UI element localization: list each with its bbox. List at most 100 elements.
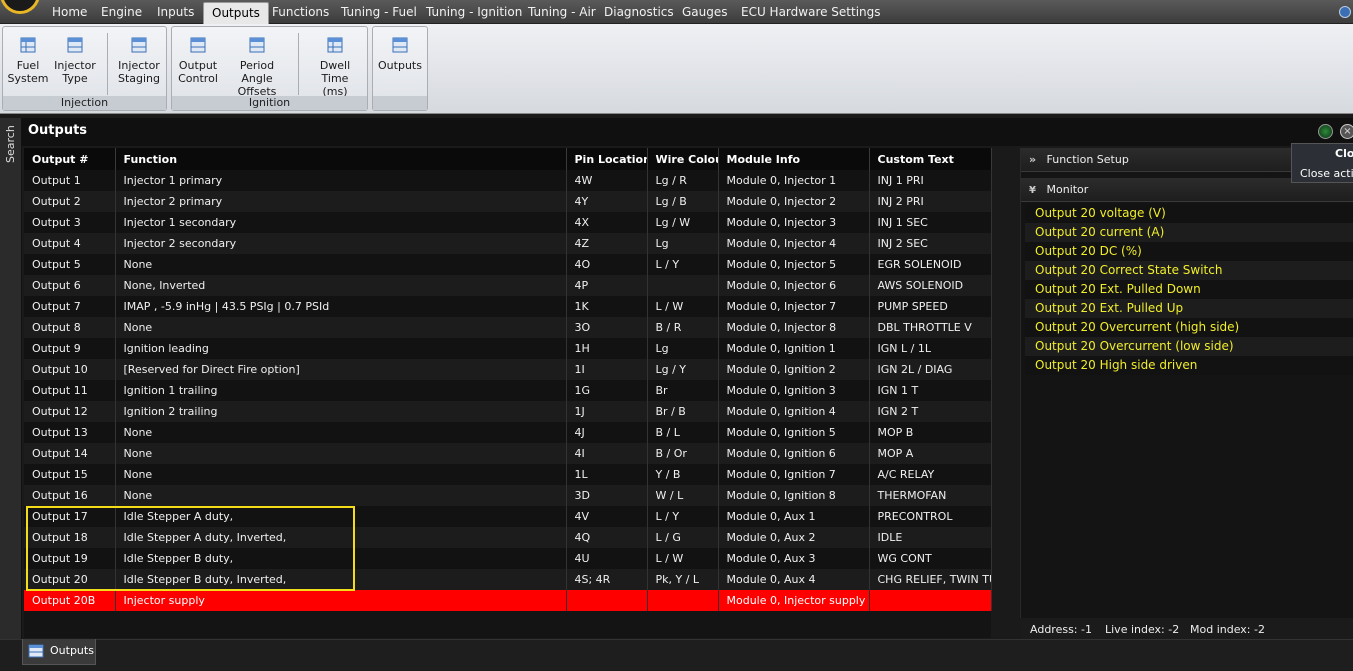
function-cell[interactable]: Idle Stepper A duty,: [115, 506, 567, 527]
custom-text-cell[interactable]: IGN L / 1L: [869, 338, 992, 359]
menu-functions[interactable]: Functions: [264, 0, 337, 24]
status-icon[interactable]: [1318, 124, 1333, 139]
wire-colour-cell[interactable]: Pk, Y / L: [647, 569, 719, 590]
output-cell[interactable]: Output 17: [24, 506, 116, 527]
pin-location-cell[interactable]: 4S; 4R: [566, 569, 648, 590]
table-row[interactable]: Output 1 Injector 1 primary 4W Lg / R Module…: [24, 170, 992, 191]
menu-inputs[interactable]: Inputs: [149, 0, 202, 24]
wire-colour-cell[interactable]: L / W: [647, 296, 719, 317]
custom-text-cell[interactable]: IGN 2 T: [869, 401, 992, 422]
output-cell[interactable]: Output 4: [24, 233, 116, 254]
table-row[interactable]: Output 11 Ignition 1 trailing 1G Br Module 0…: [24, 380, 992, 401]
pin-location-cell[interactable]: 4U: [566, 548, 648, 569]
table-row[interactable]: Output 4 Injector 2 secondary 4Z Lg Module 0…: [24, 233, 992, 254]
custom-text-cell[interactable]: WG CONT: [869, 548, 992, 569]
menu-diagnostics[interactable]: Diagnostics: [596, 0, 682, 24]
wire-colour-cell[interactable]: Lg / R: [647, 170, 719, 191]
custom-text-cell[interactable]: MOP B: [869, 422, 992, 443]
output-cell[interactable]: Output 14: [24, 443, 116, 464]
table-row[interactable]: Output 20B Injector supply Module 0, Injec…: [24, 590, 992, 611]
custom-text-cell[interactable]: AWS SOLENOID: [869, 275, 992, 296]
wire-colour-cell[interactable]: L / Y: [647, 254, 719, 275]
monitor-item[interactable]: Output 20 voltage (V): [1025, 204, 1353, 223]
function-cell[interactable]: None: [115, 254, 567, 275]
custom-text-cell[interactable]: MOP A: [869, 443, 992, 464]
module-info-cell[interactable]: Module 0, Injector 8: [718, 317, 870, 338]
function-cell[interactable]: Injector 1 primary: [115, 170, 567, 191]
module-info-cell[interactable]: Module 0, Injector supply: [718, 590, 870, 611]
pin-location-cell[interactable]: 1H: [566, 338, 648, 359]
pin-location-cell[interactable]: 4V: [566, 506, 648, 527]
custom-text-cell[interactable]: IDLE: [869, 527, 992, 548]
table-row[interactable]: Output 5 None 4O L / Y Module 0, Injector 5E…: [24, 254, 992, 275]
custom-text-cell[interactable]: PUMP SPEED: [869, 296, 992, 317]
fuel-system-button[interactable]: Fuel System: [7, 37, 49, 85]
table-row[interactable]: Output 14 None 4I B / Or Module 0, Ignition …: [24, 443, 992, 464]
pin-location-cell[interactable]: 3D: [566, 485, 648, 506]
monitor-item[interactable]: Output 20 Overcurrent (high side): [1025, 318, 1353, 337]
wire-colour-cell[interactable]: B / Or: [647, 443, 719, 464]
output-cell[interactable]: Output 2: [24, 191, 116, 212]
wire-colour-cell[interactable]: [647, 590, 719, 611]
pin-location-cell[interactable]: 1K: [566, 296, 648, 317]
table-row[interactable]: Output 7 IMAP , -5.9 inHg | 43.5 PSIg | 0…: [24, 296, 992, 317]
pin-location-cell[interactable]: 1G: [566, 380, 648, 401]
module-info-cell[interactable]: Module 0, Ignition 2: [718, 359, 870, 380]
output-cell[interactable]: Output 1: [24, 170, 116, 191]
function-cell[interactable]: IMAP , -5.9 inHg | 43.5 PSIg | 0.7 PSId: [115, 296, 567, 317]
injector-type-button[interactable]: Injector Type: [52, 37, 98, 85]
column-header-output[interactable]: Output #: [24, 148, 116, 170]
pin-location-cell[interactable]: 4W: [566, 170, 648, 191]
pin-location-cell[interactable]: 4Z: [566, 233, 648, 254]
wire-colour-cell[interactable]: Lg / B: [647, 191, 719, 212]
monitor-item[interactable]: Output 20 Overcurrent (low side): [1025, 337, 1353, 356]
output-cell[interactable]: Output 11: [24, 380, 116, 401]
module-info-cell[interactable]: Module 0, Ignition 5: [718, 422, 870, 443]
search-sidebar[interactable]: [0, 118, 22, 671]
function-cell[interactable]: None: [115, 464, 567, 485]
module-info-cell[interactable]: Module 0, Ignition 3: [718, 380, 870, 401]
column-header-custom-text[interactable]: Custom Text: [869, 148, 992, 170]
custom-text-cell[interactable]: A/C RELAY: [869, 464, 992, 485]
custom-text-cell[interactable]: [869, 590, 992, 611]
output-cell[interactable]: Output 20: [24, 569, 116, 590]
wire-colour-cell[interactable]: W / L: [647, 485, 719, 506]
table-row[interactable]: Output 3 Injector 1 secondary 4X Lg / W Modu…: [24, 212, 992, 233]
output-cell[interactable]: Output 3: [24, 212, 116, 233]
module-info-cell[interactable]: Module 0, Injector 5: [718, 254, 870, 275]
output-cell[interactable]: Output 15: [24, 464, 116, 485]
function-cell[interactable]: Injector 2 secondary: [115, 233, 567, 254]
column-header-wire-colour[interactable]: Wire Colour: [647, 148, 719, 170]
close-icon[interactable]: ×: [1340, 124, 1353, 139]
table-row[interactable]: Output 19 Idle Stepper B duty, 4U L / W Modu…: [24, 548, 992, 569]
monitor-item[interactable]: Output 20 DC (%): [1025, 242, 1353, 261]
module-info-cell[interactable]: Module 0, Aux 2: [718, 527, 870, 548]
outputs-ribbon-button[interactable]: Outputs: [377, 37, 423, 72]
function-cell[interactable]: Idle Stepper B duty,: [115, 548, 567, 569]
module-info-cell[interactable]: Module 0, Injector 2: [718, 191, 870, 212]
pin-location-cell[interactable]: 4I: [566, 443, 648, 464]
module-info-cell[interactable]: Module 0, Injector 3: [718, 212, 870, 233]
function-cell[interactable]: Injector supply: [115, 590, 567, 611]
table-row[interactable]: Output 8 None 3O B / R Module 0, Injector 8D…: [24, 317, 992, 338]
custom-text-cell[interactable]: INJ 2 PRI: [869, 191, 992, 212]
pin-location-cell[interactable]: 3O: [566, 317, 648, 338]
function-cell[interactable]: Ignition leading: [115, 338, 567, 359]
table-row[interactable]: Output 6 None, Inverted 4P Module 0, Inject…: [24, 275, 992, 296]
pin-location-cell[interactable]: 4J: [566, 422, 648, 443]
custom-text-cell[interactable]: INJ 2 SEC: [869, 233, 992, 254]
app-logo-icon[interactable]: [0, 0, 40, 14]
table-row[interactable]: Output 16 None 3D W / L Module 0, Ignition 8…: [24, 485, 992, 506]
output-cell[interactable]: Output 20B: [24, 590, 116, 611]
tab-outputs[interactable]: Outputs: [22, 639, 96, 665]
menu-engine[interactable]: Engine: [93, 0, 150, 24]
output-cell[interactable]: Output 6: [24, 275, 116, 296]
pin-location-cell[interactable]: 4Y: [566, 191, 648, 212]
wire-colour-cell[interactable]: L / Y: [647, 506, 719, 527]
menu-tuning-fuel[interactable]: Tuning - Fuel: [333, 0, 425, 24]
module-info-cell[interactable]: Module 0, Ignition 7: [718, 464, 870, 485]
function-cell[interactable]: None: [115, 443, 567, 464]
custom-text-cell[interactable]: IGN 1 T: [869, 380, 992, 401]
function-cell[interactable]: Ignition 2 trailing: [115, 401, 567, 422]
module-info-cell[interactable]: Module 0, Aux 4: [718, 569, 870, 590]
